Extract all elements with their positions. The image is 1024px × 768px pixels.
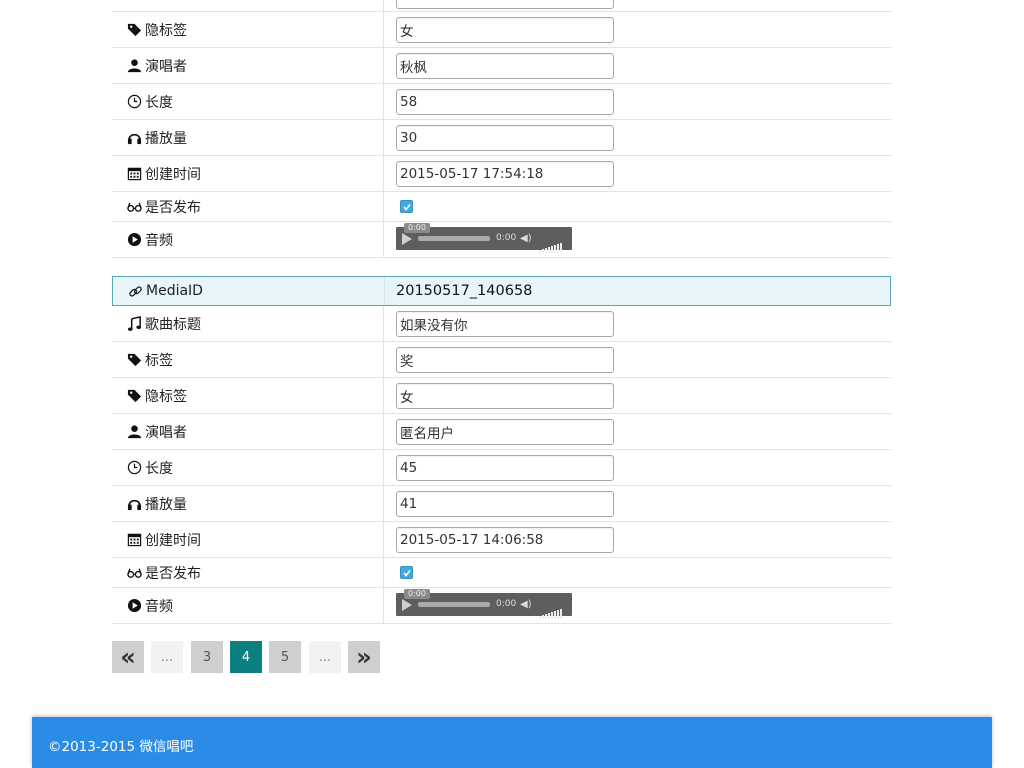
current-page-button[interactable]: 4 [230,641,262,673]
title-input[interactable] [396,310,614,337]
clock-icon [126,460,142,476]
table-row: 播放量 [112,120,891,156]
published-label: 是否发布 [145,565,201,582]
time-display: 0:00 [496,599,517,609]
published-checkbox[interactable] [400,566,413,579]
ellipsis: ... [309,641,341,673]
progress-bar[interactable] [418,236,490,241]
tag-icon [126,388,142,404]
page-3-button[interactable]: 3 [191,641,223,673]
media-id-value: 20150517_140658 [396,283,533,299]
created-label: 创建时间 [145,532,201,549]
singer-input[interactable] [396,418,614,445]
table-row: 隐标签 [112,378,891,414]
audio-player[interactable]: 0:00 0:00 ◀) [396,589,572,619]
plays-input[interactable] [396,490,614,517]
play-circle-icon [126,598,142,614]
hidden-tag-label: 隐标签 [145,388,187,405]
media-id-row: MediaID 20150517_140658 [112,276,891,306]
table-row: 演唱者 [112,48,891,84]
glasses-icon [126,565,142,581]
created-label: 创建时间 [145,166,201,183]
clock-icon [126,94,142,110]
headphones-icon [126,130,142,146]
music-icon [126,316,142,332]
singer-label: 演唱者 [145,58,187,75]
length-input[interactable] [396,88,614,115]
table-row: 长度 [112,450,891,486]
published-checkbox[interactable] [400,200,413,213]
table-row: 标签 [112,342,891,378]
length-label: 长度 [145,94,173,111]
table-row: 音频 0:00 0:00 ◀) [112,222,891,258]
length-label: 长度 [145,460,173,477]
table-row: 隐标签 [112,12,891,48]
created-input[interactable] [396,160,614,187]
tag-icon [126,22,142,38]
table-row: 音频 0:00 0:00 ◀) [112,588,891,624]
media-id-label: MediaID [146,283,203,299]
footer: ©2013-2015 微信唱吧 [32,717,992,768]
speaker-icon[interactable]: ◀) [520,600,532,610]
time-tooltip: 0:00 [404,589,430,599]
calendar-icon [126,532,142,548]
table-row: 创建时间 [112,156,891,192]
next-page-button[interactable]: » [348,641,380,673]
table-row: 长度 [112,84,891,120]
table-row: 是否发布 [112,558,891,588]
plays-input[interactable] [396,124,614,151]
plays-label: 播放量 [145,496,187,513]
hidden-tag-label: 隐标签 [145,22,187,39]
length-input[interactable] [396,454,614,481]
singer-input[interactable] [396,52,614,79]
page-5-button[interactable]: 5 [269,641,301,673]
speaker-icon[interactable]: ◀) [520,234,532,244]
table-row: 创建时间 [112,522,891,558]
calendar-icon [126,166,142,182]
user-icon [126,58,142,74]
table-row: 播放量 [112,486,891,522]
tag-icon [126,352,142,368]
glasses-icon [126,199,142,215]
media-table: 隐标签 演唱者 长度 播放量 创建时间 是否发布 音频 0:00 0:00 ◀) [112,0,891,630]
time-tooltip: 0:00 [404,223,430,233]
progress-bar[interactable] [418,602,490,607]
table-row: 歌曲标题 [112,306,891,342]
tag-label: 标签 [145,352,173,369]
play-icon[interactable] [402,599,412,611]
time-display: 0:00 [496,233,517,243]
audio-label: 音频 [145,598,173,615]
tag-input[interactable] [396,346,614,373]
title-label: 歌曲标题 [145,316,201,333]
headphones-icon [126,496,142,512]
published-label: 是否发布 [145,199,201,216]
play-icon[interactable] [402,233,412,245]
audio-player[interactable]: 0:00 0:00 ◀) [396,223,572,253]
partial-input[interactable] [396,0,614,9]
volume-bar[interactable] [539,234,563,253]
user-icon [126,424,142,440]
prev-page-button[interactable]: « [112,641,144,673]
play-circle-icon [126,232,142,248]
copyright-text: ©2013-2015 微信唱吧 [48,739,194,755]
table-row: 演唱者 [112,414,891,450]
hidden-tag-input[interactable] [396,16,614,43]
singer-label: 演唱者 [145,424,187,441]
table-row: 是否发布 [112,192,891,222]
link-icon [127,283,143,299]
created-input[interactable] [396,526,614,553]
ellipsis: ... [151,641,183,673]
row-label [112,0,384,11]
table-row [112,0,891,12]
plays-label: 播放量 [145,130,187,147]
audio-label: 音频 [145,232,173,249]
hidden-tag-input[interactable] [396,382,614,409]
volume-bar[interactable] [539,600,563,619]
